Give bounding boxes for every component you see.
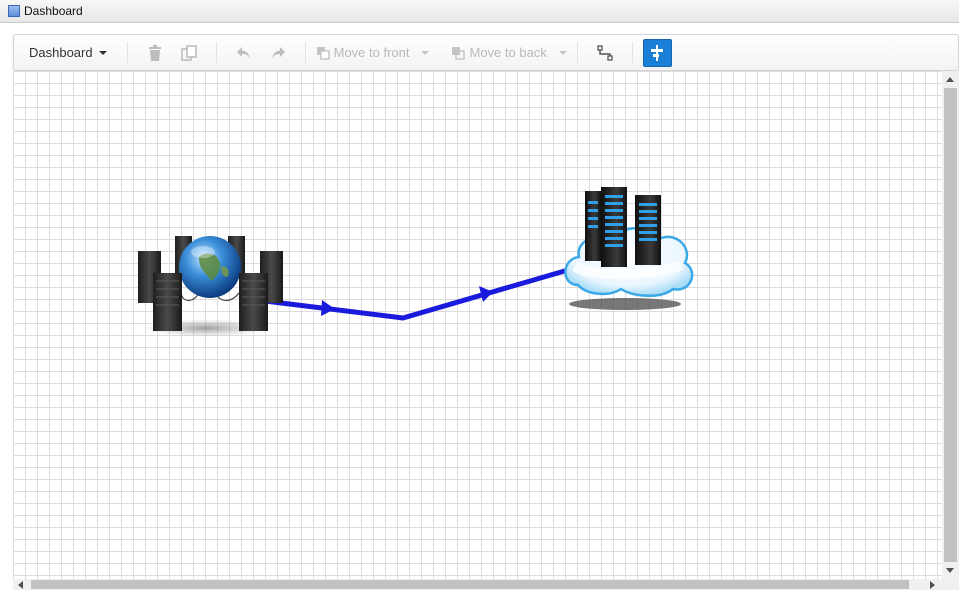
send-to-back-icon — [452, 46, 466, 60]
window-titlebar: Dashboard — [0, 0, 959, 23]
editor-toolbar: Dashboard Move to front Move to back — [13, 34, 959, 71]
toolbar-divider — [631, 41, 633, 64]
chevron-down-icon[interactable] — [421, 50, 430, 55]
move-to-front-button[interactable]: Move to front — [316, 45, 430, 60]
toolbar-divider — [576, 41, 578, 64]
horizontal-scrollbar[interactable] — [13, 579, 942, 590]
trash-icon — [148, 44, 161, 61]
edge-arrow-icon — [479, 286, 493, 302]
move-to-back-button[interactable]: Move to back — [451, 45, 567, 60]
toolbar-divider — [304, 41, 306, 64]
scroll-right-arrow-icon[interactable] — [930, 581, 935, 589]
connector-icon — [597, 44, 613, 61]
toolbar-divider — [126, 41, 128, 64]
undo-icon — [236, 46, 250, 59]
scroll-down-arrow-icon[interactable] — [946, 568, 954, 573]
toolbar-divider — [215, 41, 217, 64]
connector-style-button[interactable] — [592, 40, 618, 66]
scroll-up-arrow-icon[interactable] — [946, 77, 954, 82]
delete-button[interactable] — [142, 40, 168, 66]
snap-to-grid-button[interactable] — [642, 38, 672, 67]
scroll-left-arrow-icon[interactable] — [18, 581, 23, 589]
window-icon — [8, 5, 20, 17]
chevron-down-icon — [98, 50, 107, 55]
copy-icon — [180, 44, 197, 61]
cloud-server-node[interactable] — [564, 187, 694, 310]
redo-button[interactable] — [265, 40, 291, 66]
scrollbar-corner — [942, 579, 959, 590]
chevron-down-icon[interactable] — [558, 50, 567, 55]
diagram-layer — [138, 187, 694, 337]
diagram-canvas[interactable] — [13, 71, 942, 579]
vertical-scroll-thumb[interactable] — [944, 88, 957, 562]
bring-to-front-icon — [316, 46, 330, 60]
duplicate-button[interactable] — [176, 40, 202, 66]
view-dropdown[interactable]: Dashboard — [14, 35, 117, 70]
server-cluster-node[interactable] — [138, 236, 283, 337]
snap-to-grid-icon — [651, 44, 664, 61]
edge-arrow-icon — [321, 300, 335, 316]
cloud-icon — [564, 226, 694, 297]
undo-button[interactable] — [231, 40, 257, 66]
move-to-front-label: Move to front — [333, 45, 410, 60]
move-to-back-label: Move to back — [469, 45, 547, 60]
server-rack-icon — [601, 187, 627, 267]
view-dropdown-label: Dashboard — [29, 45, 93, 60]
vertical-scrollbar[interactable] — [942, 71, 959, 579]
horizontal-scroll-thumb[interactable] — [31, 580, 909, 589]
connector-edge[interactable] — [264, 267, 569, 321]
redo-icon — [271, 46, 285, 59]
server-icon — [239, 273, 268, 331]
server-icon — [153, 273, 182, 331]
window-title: Dashboard — [24, 4, 83, 18]
